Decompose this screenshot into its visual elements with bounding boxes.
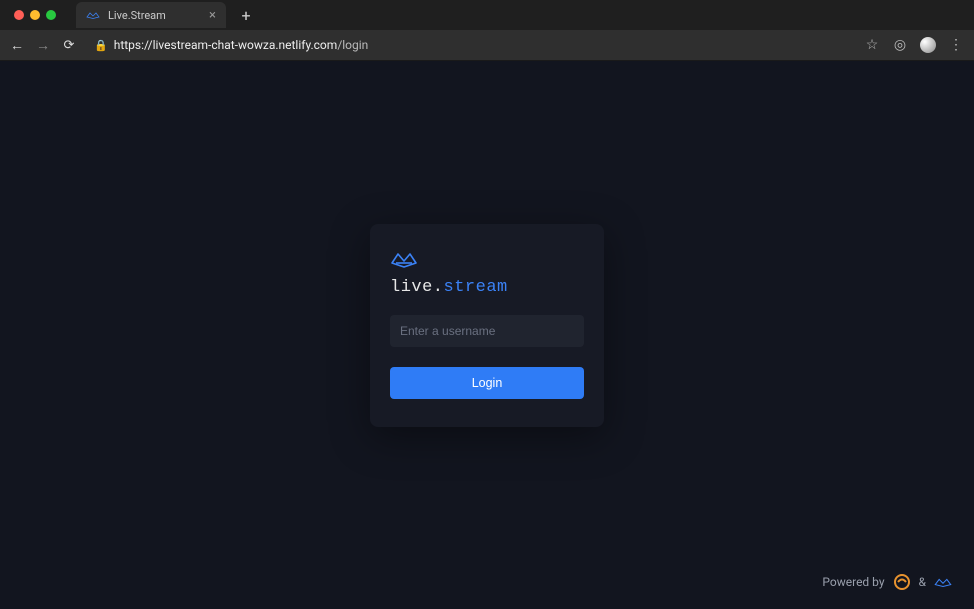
reload-button[interactable]: ⟳ <box>62 38 76 53</box>
menu-icon[interactable]: ⋮ <box>948 37 964 53</box>
extension-icon[interactable]: ◎ <box>892 37 908 53</box>
url-field[interactable]: 🔒 https://livestream-chat-wowza.netlify.… <box>88 38 852 52</box>
tab-favicon-icon <box>86 8 100 22</box>
tab-close-icon[interactable]: × <box>209 8 216 23</box>
login-card: live.stream Login <box>370 224 604 427</box>
url-text: https://livestream-chat-wowza.netlify.co… <box>114 38 369 52</box>
tab-bar: Live.Stream × + <box>0 0 974 30</box>
login-button[interactable]: Login <box>390 367 584 399</box>
window-maximize-button[interactable] <box>46 10 56 20</box>
bookmark-icon[interactable]: ☆ <box>864 37 880 53</box>
address-bar: ← → ⟳ 🔒 https://livestream-chat-wowza.ne… <box>0 30 974 60</box>
footer: Powered by & <box>822 573 952 591</box>
logo <box>390 250 584 268</box>
lock-icon: 🔒 <box>94 39 108 52</box>
new-tab-button[interactable]: + <box>236 6 256 25</box>
ampersand: & <box>919 575 926 589</box>
window-minimize-button[interactable] <box>30 10 40 20</box>
boat-icon <box>390 250 418 268</box>
powered-by-label: Powered by <box>822 575 884 589</box>
profile-avatar[interactable] <box>920 37 936 53</box>
back-button[interactable]: ← <box>10 37 24 54</box>
stream-boat-icon[interactable] <box>934 573 952 591</box>
page-viewport: live.stream Login Powered by & <box>0 61 974 609</box>
toolbar-right: ☆ ◎ ⋮ <box>864 37 964 53</box>
wowza-icon[interactable] <box>893 573 911 591</box>
brand-title: live.stream <box>390 278 584 297</box>
browser-chrome: Live.Stream × + ← → ⟳ 🔒 https://livestre… <box>0 0 974 61</box>
forward-button[interactable]: → <box>36 37 50 54</box>
tab-title: Live.Stream <box>108 9 201 22</box>
window-close-button[interactable] <box>14 10 24 20</box>
window-controls <box>8 10 62 20</box>
username-input[interactable] <box>390 315 584 347</box>
browser-tab[interactable]: Live.Stream × <box>76 2 226 28</box>
